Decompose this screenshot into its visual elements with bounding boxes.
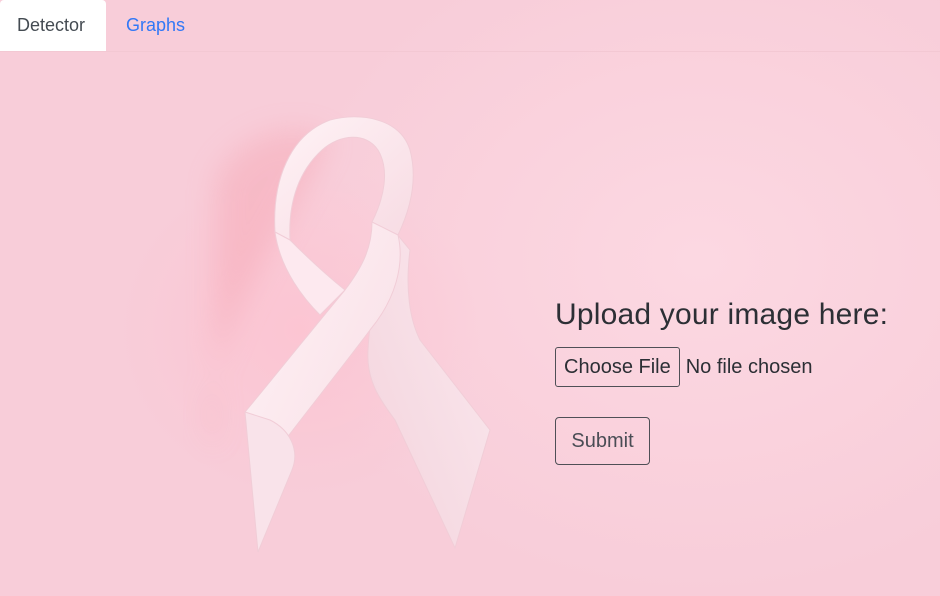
tab-detector[interactable]: Detector xyxy=(0,0,107,51)
file-status-text: No file chosen xyxy=(685,355,813,378)
navbar: Detector Graphs xyxy=(0,0,940,52)
file-input[interactable]: Choose File No file chosen xyxy=(555,347,915,387)
choose-file-button[interactable]: Choose File xyxy=(555,347,680,387)
tab-graphs[interactable]: Graphs xyxy=(106,0,205,51)
submit-button[interactable]: Submit xyxy=(555,417,650,465)
upload-title: Upload your image here: xyxy=(555,298,889,331)
upload-form: Upload your image here: Choose File No f… xyxy=(555,298,915,465)
